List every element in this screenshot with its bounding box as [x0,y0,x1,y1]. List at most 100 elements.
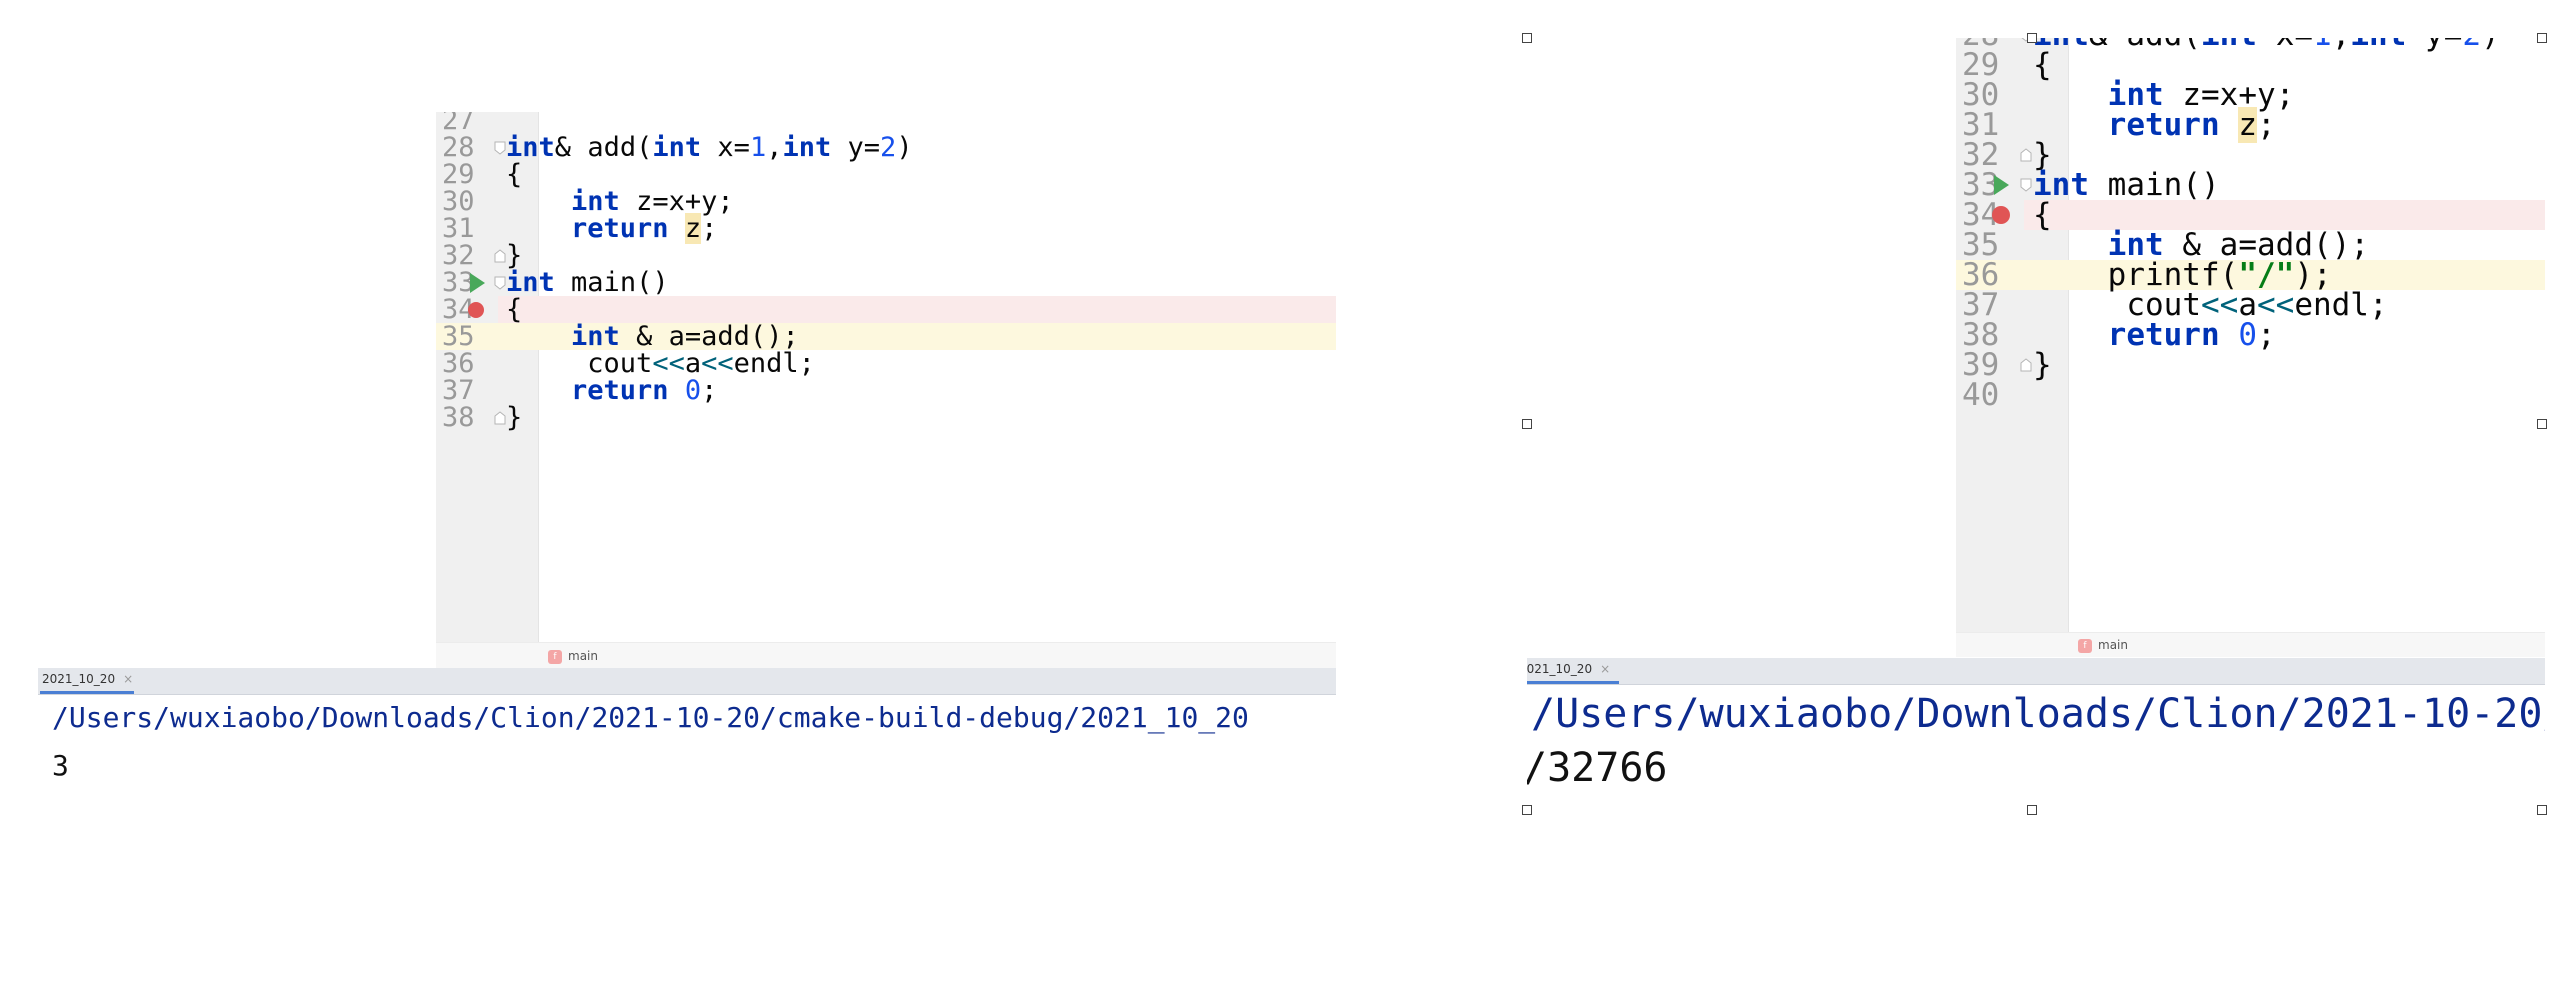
line-number[interactable]: 40 [1962,380,1999,411]
close-icon[interactable]: × [1600,662,1610,676]
line-number[interactable]: 37 [1962,290,1999,321]
code-text[interactable]: } [506,242,522,269]
fold-close-icon[interactable] [2020,148,2032,162]
breakpoint-icon[interactable] [468,301,484,318]
code-text[interactable]: } [2033,350,2052,381]
code-line-36[interactable]: 36 cout<<a<<endl; [436,350,1336,377]
code-text[interactable]: cout<<a<<endl; [506,350,815,377]
code-line-34[interactable]: 34{ [1962,200,2545,231]
resize-handle[interactable] [1522,805,1532,815]
code-text[interactable]: return z; [506,213,717,244]
fold-open-icon[interactable] [494,276,506,290]
code-text[interactable]: int main() [2033,170,2220,201]
code-line-36[interactable]: 36 printf("/"); [1956,260,2545,291]
code-line-27[interactable]: 27 [436,112,1336,134]
right-console-path: /Users/wuxiaobo/Downloads/Clion/2021-10-… [1531,691,2545,737]
line-number[interactable]: 32 [1962,140,1999,171]
code-line-28[interactable]: 28 int& add(int x=1,int y=2) [436,134,1336,161]
line-number[interactable]: 38 [442,404,475,431]
code-line-31[interactable]: 31 return z; [1956,107,2545,143]
line-number[interactable]: 31 [1962,110,1999,141]
line-number[interactable]: 35 [1962,230,1999,261]
code-text[interactable]: printf("/"); [2033,260,2332,291]
code-line-34[interactable]: 34{ [442,296,1336,323]
resize-handle[interactable] [2027,805,2037,815]
code-text[interactable]: { [506,161,522,188]
line-number[interactable]: 32 [442,242,475,269]
close-icon[interactable]: × [123,672,133,686]
code-text[interactable]: } [2033,140,2052,171]
line-number[interactable]: 38 [1962,320,1999,351]
code-line-30[interactable]: 30 int z=x+y; [1956,80,2545,111]
code-text[interactable]: { [506,296,522,323]
code-line-39[interactable]: 39} [1956,350,2545,381]
code-line-37[interactable]: 37 cout<<a<<endl; [1956,290,2545,321]
code-line-40[interactable]: 40 [1956,380,2545,411]
left-breadcrumb-main[interactable]: main [568,649,598,663]
line-number[interactable]: 39 [1962,350,1999,381]
code-text[interactable]: { [2033,200,2052,231]
code-line-35[interactable]: 35 int & a=add(); [436,323,1336,350]
code-text[interactable]: cout<<a<<endl; [2033,290,2387,321]
breakpoint-icon[interactable] [1992,206,2010,224]
code-line-38[interactable]: 38 return 0; [1956,320,2545,351]
resize-handle[interactable] [2537,805,2547,815]
line-number[interactable]: 36 [442,350,475,377]
resize-handle[interactable] [2537,33,2547,43]
line-number[interactable]: 29 [442,161,475,188]
code-line-29[interactable]: 29 { [436,161,1336,188]
right-run-tabbar: 2021_10_20 × [1527,658,2545,685]
line-number[interactable]: 27 [442,112,475,134]
right-run-tab[interactable]: 2021_10_20 × [1527,658,1619,684]
code-line-32[interactable]: 32} [1956,140,2545,171]
run-icon[interactable] [1994,175,2009,195]
code-line-33[interactable]: 33 int main() [1956,170,2545,201]
code-line-35[interactable]: 35 int & a=add(); [1956,230,2545,261]
resize-handle[interactable] [2537,419,2547,429]
line-number[interactable]: 31 [442,215,475,242]
left-run-tab[interactable]: 2021_10_20 × [40,668,134,694]
code-text[interactable]: } [506,404,522,431]
code-line-33[interactable]: 33 int main() [436,269,1336,296]
code-text[interactable]: int& add(int x=1,int y=2) [506,134,913,161]
code-line-38[interactable]: 38} [436,404,1336,431]
line-number[interactable]: 29 [1962,50,1999,81]
code-text[interactable]: int & a=add(); [506,323,799,350]
left-run-tab-label: 2021_10_20 [42,672,116,686]
line-number[interactable]: 30 [1962,80,1999,111]
fold-open-icon[interactable] [2020,178,2032,192]
code-text[interactable]: int & a=add(); [2033,230,2369,261]
right-screenshot: 28int& add(int x=1,int y=2)29{30 int z=x… [1527,38,2545,810]
line-number[interactable]: 36 [1962,260,1999,291]
code-line-29[interactable]: 29 { [1956,50,2545,81]
resize-handle[interactable] [1522,33,1532,43]
code-text[interactable]: int main() [506,269,669,296]
code-text[interactable]: int& add(int x=1,int y=2) [2033,38,2500,51]
fold-open-icon[interactable] [494,141,506,155]
code-line-32[interactable]: 32} [436,242,1336,269]
line-number[interactable]: 35 [442,323,475,350]
fold-close-icon[interactable] [2020,358,2032,372]
resize-handle[interactable] [2027,33,2037,43]
left-code-editor[interactable]: 27 28 int& add(int x=1,int y=2) 29 {30 int z… [436,112,1336,666]
fold-close-icon[interactable] [494,248,506,263]
code-line-30[interactable]: 30 int z=x+y; [436,188,1336,215]
left-breadcrumb-bar: f main [436,642,1336,669]
code-text[interactable]: return z; [2033,107,2276,143]
code-text[interactable]: return 0; [2033,320,2276,351]
run-icon[interactable] [470,272,485,293]
code-text[interactable]: int z=x+y; [2033,80,2295,111]
code-text[interactable]: int z=x+y; [506,188,734,215]
line-number[interactable]: 30 [442,188,475,215]
resize-handle[interactable] [1522,419,1532,429]
right-breadcrumb-main[interactable]: main [2098,638,2128,652]
code-line-37[interactable]: 37 return 0; [436,377,1336,404]
line-number[interactable]: 37 [442,377,475,404]
fold-close-icon[interactable] [494,410,506,425]
function-icon: f [2078,638,2098,653]
right-code-editor[interactable]: 28int& add(int x=1,int y=2)29{30 int z=x… [1956,38,2545,648]
code-text[interactable]: return 0; [506,377,717,404]
code-text[interactable]: { [2033,50,2052,81]
code-line-31[interactable]: 31 return z; [436,213,1336,244]
line-number[interactable]: 28 [442,134,475,161]
